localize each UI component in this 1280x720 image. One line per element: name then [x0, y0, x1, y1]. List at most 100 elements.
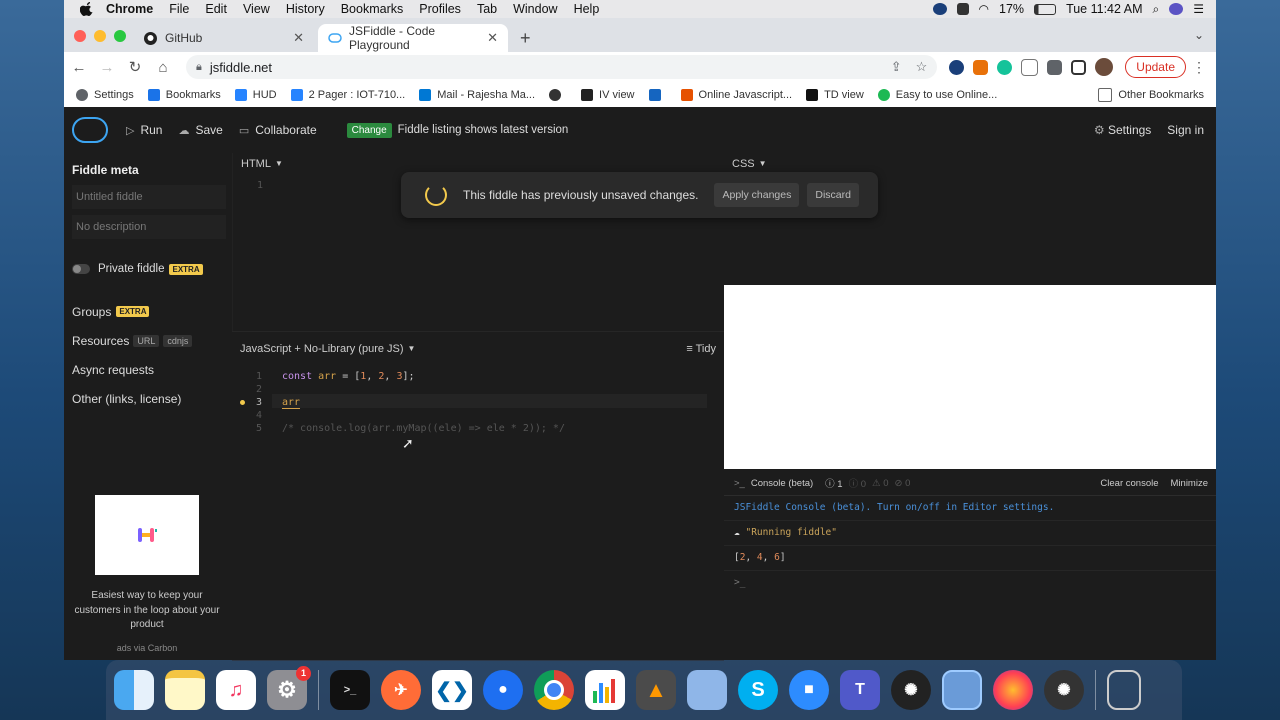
share-icon[interactable]: ⇪	[891, 59, 902, 75]
menu-view[interactable]: View	[243, 2, 270, 16]
menu-help[interactable]: Help	[574, 2, 600, 16]
control-center-icon[interactable]: ☰	[1193, 2, 1204, 16]
postman-icon[interactable]: ✈	[381, 670, 421, 710]
minimize-console-button[interactable]: Minimize	[1171, 478, 1208, 489]
console-input[interactable]: >_	[724, 571, 1216, 595]
other-section[interactable]: Other (links, license)	[72, 384, 232, 413]
vscode-icon[interactable]: ❮❯	[432, 670, 472, 710]
tab-search-chevron-icon[interactable]: ⌄	[1194, 28, 1204, 42]
puzzle-icon[interactable]	[1047, 59, 1063, 75]
bookmark-online-js[interactable]: Online Javascript...	[680, 88, 792, 101]
preview-icon[interactable]	[687, 670, 727, 710]
private-fiddle-toggle[interactable]: Private fiddle EXTRA	[72, 263, 232, 275]
tab-github[interactable]: GitHub ✕	[134, 24, 314, 52]
fiddle-title-input[interactable]: Untitled fiddle	[72, 185, 226, 209]
app2-icon[interactable]: ✺	[1044, 670, 1084, 710]
menu-chrome[interactable]: Chrome	[106, 2, 153, 16]
extension-off-icon[interactable]	[973, 59, 989, 75]
bookmark-de[interactable]	[648, 88, 667, 101]
bookmark-hud[interactable]: HUD	[234, 88, 277, 101]
settings-button[interactable]: ⚙ Settings	[1094, 123, 1151, 137]
collaborate-button[interactable]: ▭ Collaborate	[239, 123, 317, 137]
home-icon[interactable]: ⌂	[150, 59, 176, 76]
lock-icon[interactable]: 🔒︎	[196, 61, 202, 74]
clock[interactable]: Tue 11:42 AM	[1066, 2, 1142, 16]
wifi-icon[interactable]: ◠	[979, 2, 989, 16]
system-preferences-icon[interactable]: ⚙ 1	[267, 666, 311, 710]
preview2-icon[interactable]	[942, 670, 982, 710]
code-line-5[interactable]: /* console.log(arr.myMap((ele) => ele * …	[282, 423, 565, 434]
apple-icon[interactable]	[79, 2, 94, 16]
vpn-icon[interactable]	[932, 3, 947, 15]
result-iframe[interactable]	[724, 285, 1216, 469]
notes-icon[interactable]	[165, 670, 205, 710]
other-bookmarks[interactable]: Other Bookmarks	[1098, 87, 1204, 102]
menu-bookmarks[interactable]: Bookmarks	[341, 2, 404, 16]
fiddle-description-input[interactable]: No description	[72, 215, 226, 239]
close-tab-icon[interactable]: ✕	[487, 30, 498, 46]
bookmark-td-view[interactable]: TD view	[806, 88, 864, 101]
code-line-3[interactable]: arr	[282, 397, 301, 409]
sublime-icon[interactable]: ▲	[636, 670, 676, 710]
app-icon[interactable]: ✺	[891, 670, 931, 710]
update-button[interactable]: Update	[1125, 56, 1186, 78]
profile-avatar[interactable]	[1095, 58, 1114, 76]
toggle-switch[interactable]	[72, 264, 90, 274]
cdnjs-chip[interactable]: cdnjs	[163, 334, 193, 347]
jsfiddle-logo-icon[interactable]	[72, 117, 108, 143]
reload-icon[interactable]: ↻	[122, 58, 148, 76]
music-icon[interactable]: ♫	[216, 670, 256, 710]
spotlight-icon[interactable]: ⌕	[1153, 2, 1160, 17]
tidy-button[interactable]: ≡ Tidy	[686, 338, 716, 360]
chrome-icon[interactable]	[534, 670, 574, 710]
menu-profiles[interactable]: Profiles	[419, 2, 461, 16]
menu-edit[interactable]: Edit	[205, 2, 227, 16]
skype-icon[interactable]: S	[738, 670, 778, 710]
zoom-icon[interactable]: ■	[789, 670, 829, 710]
extension-icon[interactable]	[1021, 58, 1039, 76]
more-menu-icon[interactable]: ⋮	[1192, 59, 1206, 76]
sign-in-link[interactable]: Sign in	[1167, 123, 1204, 137]
ad-text[interactable]: Easiest way to keep your customers in th…	[72, 589, 222, 633]
ad-via[interactable]: ads via Carbon	[72, 643, 222, 653]
bookmark-bookmarks[interactable]: Bookmarks	[147, 88, 221, 101]
zoom-window-button[interactable]	[114, 30, 126, 42]
siri-icon[interactable]	[1169, 3, 1184, 15]
bookmark-2pager[interactable]: 2 Pager : IOT-710...	[290, 88, 405, 101]
groups-section[interactable]: Groups EXTRA	[72, 297, 232, 326]
teams-icon[interactable]: T	[840, 670, 880, 710]
sidepanel-icon[interactable]	[1071, 59, 1087, 75]
bookmark-settings[interactable]: Settings	[76, 88, 134, 101]
menu-tab[interactable]: Tab	[477, 2, 497, 16]
ad-image[interactable]	[95, 495, 199, 575]
minimize-window-button[interactable]	[94, 30, 106, 42]
address-bar[interactable]: 🔒︎ jsfiddle.net ⇪ ☆	[186, 55, 938, 79]
menu-file[interactable]: File	[169, 2, 189, 16]
apply-changes-button[interactable]: Apply changes	[714, 183, 800, 207]
maps-pin-icon[interactable]: ●	[483, 670, 523, 710]
window-icon[interactable]	[956, 3, 969, 15]
extension-grammarly-icon[interactable]	[997, 59, 1013, 75]
forward-icon[interactable]: →	[94, 59, 120, 76]
bookmark-mail[interactable]: Mail - Rajesha Ma...	[419, 88, 535, 101]
resources-section[interactable]: Resources URL cdnjs	[72, 326, 232, 355]
back-icon[interactable]: ←	[66, 59, 92, 76]
js-panel-header[interactable]: JavaScript + No-Library (pure JS) ▼ ≡ Tid…	[232, 338, 724, 360]
bookmark-globe[interactable]	[549, 88, 567, 101]
save-button[interactable]: ☁ Save	[178, 123, 222, 137]
new-tab-icon[interactable]: +	[520, 28, 531, 49]
change-badge[interactable]: Change	[346, 122, 392, 138]
carbon-ad[interactable]: Easiest way to keep your customers in th…	[72, 495, 222, 653]
numbers-icon[interactable]	[585, 670, 625, 710]
discard-button[interactable]: Discard	[807, 183, 859, 207]
extension-vpn-icon[interactable]	[949, 59, 965, 75]
async-requests-section[interactable]: Async requests	[72, 355, 232, 384]
url-chip[interactable]: URL	[133, 334, 160, 347]
run-button[interactable]: ▷ Run	[126, 123, 162, 137]
close-tab-icon[interactable]: ✕	[293, 30, 304, 46]
terminal-icon[interactable]: >_	[330, 670, 370, 710]
menu-history[interactable]: History	[286, 2, 325, 16]
bookmark-iv-view[interactable]: IV view	[581, 88, 635, 101]
trash-icon[interactable]	[1107, 670, 1141, 710]
firefox-icon[interactable]	[993, 670, 1033, 710]
